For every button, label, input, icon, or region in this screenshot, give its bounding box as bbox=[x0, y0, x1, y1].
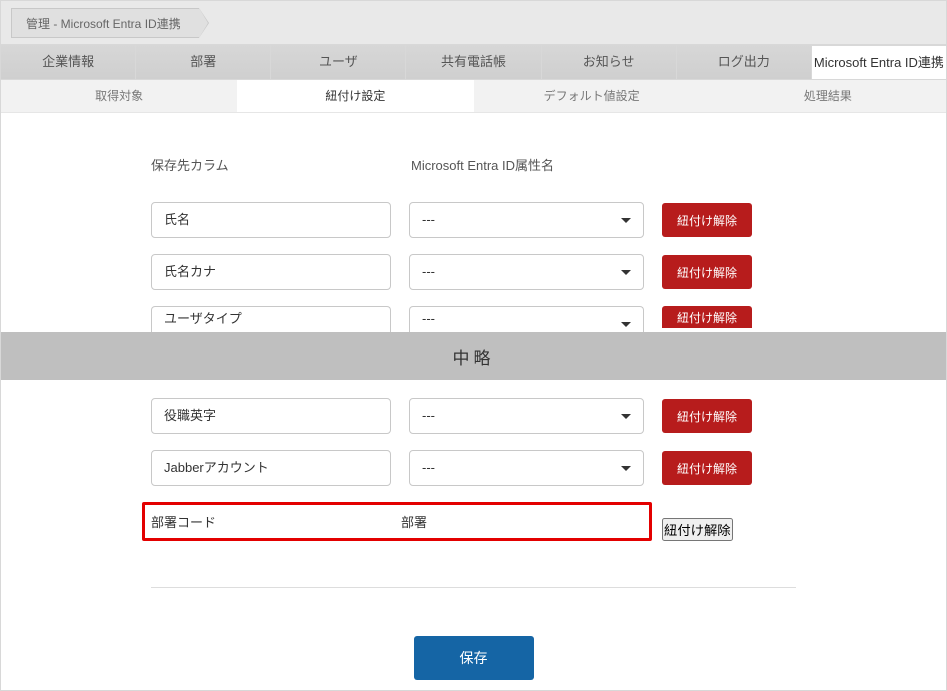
unlink-button[interactable]: 紐付け解除 bbox=[662, 399, 752, 433]
tab-log-output[interactable]: ログ出力 bbox=[677, 45, 812, 79]
mapping-row: 氏名カナ --- 紐付け解除 bbox=[151, 254, 796, 290]
save-button-wrap: 保存 bbox=[151, 636, 796, 680]
attribute-select[interactable]: --- bbox=[409, 254, 644, 290]
divider bbox=[151, 587, 796, 588]
mapping-row: 役職英字 --- 紐付け解除 bbox=[151, 398, 796, 434]
subtab-binding[interactable]: 紐付け設定 bbox=[237, 80, 473, 112]
highlight-box: 部署コード 部署 bbox=[142, 502, 652, 541]
tab-department[interactable]: 部署 bbox=[136, 45, 271, 79]
mapping-row-truncated: ユーザタイプ --- 紐付け解除 bbox=[151, 306, 796, 332]
column-name-field: 部署コード bbox=[151, 512, 389, 531]
unlink-button[interactable]: 紐付け解除 bbox=[662, 203, 752, 237]
attribute-select[interactable]: 部署 bbox=[401, 512, 617, 531]
main-tabs: 企業情報 部署 ユーザ 共有電話帳 お知らせ ログ出力 Microsoft En… bbox=[1, 45, 946, 80]
tab-notice[interactable]: お知らせ bbox=[542, 45, 677, 79]
attribute-select[interactable]: --- bbox=[409, 306, 644, 332]
column-name-field: 役職英字 bbox=[151, 398, 391, 434]
header-save-column: 保存先カラム bbox=[151, 155, 391, 174]
tab-shared-phonebook[interactable]: 共有電話帳 bbox=[406, 45, 541, 79]
unlink-button[interactable]: 紐付け解除 bbox=[662, 451, 752, 485]
tab-company-info[interactable]: 企業情報 bbox=[1, 45, 136, 79]
unlink-button[interactable]: 紐付け解除 bbox=[662, 306, 752, 328]
column-name-field: Jabberアカウント bbox=[151, 450, 391, 486]
header-attribute-name: Microsoft Entra ID属性名 bbox=[411, 155, 646, 174]
breadcrumb-title: 管理 - Microsoft Entra ID連携 bbox=[26, 17, 181, 31]
attribute-select[interactable]: --- bbox=[409, 202, 644, 238]
omitted-section: 中略 bbox=[151, 332, 796, 380]
mapping-row: 氏名 --- 紐付け解除 bbox=[151, 202, 796, 238]
omit-label: 中略 bbox=[1, 332, 946, 380]
subtab-default[interactable]: デフォルト値設定 bbox=[474, 80, 710, 112]
attribute-select[interactable]: --- bbox=[409, 398, 644, 434]
attribute-select[interactable]: --- bbox=[409, 450, 644, 486]
breadcrumb-item[interactable]: 管理 - Microsoft Entra ID連携 bbox=[11, 8, 199, 38]
column-name-field: ユーザタイプ bbox=[151, 306, 391, 332]
column-headers: 保存先カラム Microsoft Entra ID属性名 bbox=[151, 155, 796, 174]
unlink-button[interactable]: 紐付け解除 bbox=[662, 255, 752, 289]
column-name-field: 氏名 bbox=[151, 202, 391, 238]
breadcrumb-bar: 管理 - Microsoft Entra ID連携 bbox=[1, 1, 946, 45]
column-name-field: 氏名カナ bbox=[151, 254, 391, 290]
save-button[interactable]: 保存 bbox=[414, 636, 534, 680]
highlighted-mapping-row: 部署コード 部署 紐付け解除 bbox=[151, 502, 796, 557]
content-area: 保存先カラム Microsoft Entra ID属性名 氏名 --- 紐付け解… bbox=[1, 113, 946, 680]
unlink-button[interactable]: 紐付け解除 bbox=[662, 518, 733, 541]
tab-entra-id-link[interactable]: Microsoft Entra ID連携 bbox=[812, 45, 946, 79]
tab-user[interactable]: ユーザ bbox=[271, 45, 406, 79]
subtab-target[interactable]: 取得対象 bbox=[1, 80, 237, 112]
mapping-row: Jabberアカウント --- 紐付け解除 bbox=[151, 450, 796, 486]
sub-tabs: 取得対象 紐付け設定 デフォルト値設定 処理結果 bbox=[1, 80, 946, 113]
subtab-result[interactable]: 処理結果 bbox=[710, 80, 946, 112]
